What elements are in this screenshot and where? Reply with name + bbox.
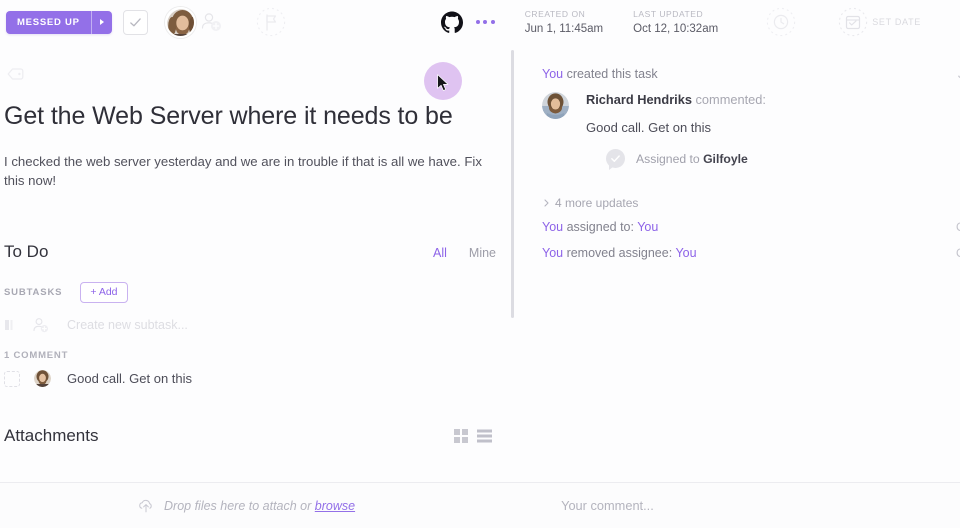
activity-created-text: created this task — [563, 67, 658, 81]
comment-checkbox[interactable] — [4, 370, 20, 387]
bottom-bar: Drop files here to attach or browse Your… — [0, 482, 960, 528]
activity-actor[interactable]: You — [542, 220, 563, 234]
list-item[interactable]: Good call. Get on this — [4, 370, 192, 387]
comment-count-label: 1 COMMENT — [4, 350, 69, 361]
activity-row: You assigned to: You — [542, 220, 658, 234]
add-subtask-button[interactable]: + Add — [80, 282, 128, 303]
time-estimate-button[interactable] — [766, 7, 796, 37]
calendar-check-icon — [839, 7, 868, 37]
attachments-section-header: Attachments — [4, 426, 492, 446]
dropzone-label: Drop files here to attach or — [164, 498, 315, 513]
check-bubble-icon — [606, 149, 625, 170]
activity-actor[interactable]: You — [542, 67, 563, 81]
activity-time: O — [956, 220, 960, 234]
top-toolbar: MESSED UP CREATED ON Jun 1, 11:45am LAST… — [0, 0, 960, 44]
more-updates-label: 4 more updates — [555, 196, 639, 210]
set-date-button[interactable]: SET DATE — [838, 7, 921, 37]
created-on-block: CREATED ON Jun 1, 11:45am — [525, 9, 603, 35]
activity-text: removed assignee: — [563, 246, 676, 260]
activity-created-row: You created this task — [542, 67, 658, 81]
list-icon — [5, 320, 13, 330]
user-avatar — [166, 8, 194, 36]
activity-comment-author[interactable]: Richard Hendriks — [586, 92, 692, 107]
page-title[interactable]: Get the Web Server where it needs to be — [4, 102, 453, 131]
add-person-icon — [201, 13, 221, 31]
attachment-view-toggle — [454, 429, 492, 443]
upload-cloud-icon — [139, 499, 152, 512]
todo-section-header: To Do All Mine — [4, 242, 496, 262]
list-view-icon[interactable] — [477, 429, 492, 443]
assign-person-icon[interactable] — [31, 316, 51, 334]
more-options-button[interactable] — [475, 20, 495, 24]
todo-heading: To Do — [4, 242, 49, 261]
chevron-right-icon — [544, 199, 549, 207]
activity-row: You removed assignee: You — [542, 246, 697, 260]
avatar[interactable] — [164, 6, 196, 38]
activity-comment-author-line: Richard Hendriks commented: — [586, 92, 766, 107]
richard-avatar — [542, 92, 569, 119]
caret-right-icon — [99, 19, 104, 25]
tag-button[interactable] — [6, 66, 25, 87]
activity-comment-row: Richard Hendriks commented: Good call. G… — [542, 92, 766, 170]
todo-filters: All Mine — [433, 246, 496, 260]
file-dropzone[interactable]: Drop files here to attach or browse — [137, 497, 355, 515]
complete-task-button[interactable] — [122, 9, 148, 35]
activity-comment-body: Richard Hendriks commented: Good call. G… — [586, 92, 766, 170]
last-updated-block: LAST UPDATED Oct 12, 10:32am — [633, 9, 718, 35]
activity-target[interactable]: You — [637, 220, 658, 234]
activity-assigned-text: Assigned to Gilfoyle — [636, 152, 748, 166]
github-integration-button[interactable] — [440, 11, 463, 33]
github-icon — [440, 11, 463, 33]
assignee-name[interactable]: Gilfoyle — [703, 152, 748, 166]
activity-target[interactable]: You — [675, 246, 696, 260]
ellipsis-icon — [475, 20, 480, 24]
browse-link[interactable]: browse — [315, 499, 355, 513]
new-subtask-input[interactable]: Create new subtask... — [67, 318, 188, 332]
dropzone-text: Drop files here to attach or browse — [164, 499, 355, 513]
activity-comment-message: Good call. Get on this — [586, 120, 712, 135]
add-assignee-button[interactable] — [198, 9, 224, 35]
set-date-label: SET DATE — [872, 17, 921, 27]
scrollbar[interactable] — [511, 50, 514, 318]
assigned-prefix: Assigned to — [636, 151, 704, 166]
attachments-heading: Attachments — [4, 426, 99, 445]
created-on-value: Jun 1, 11:45am — [524, 23, 604, 35]
clock-icon — [767, 7, 796, 37]
avatar — [34, 370, 51, 387]
richard-avatar — [34, 370, 51, 387]
last-updated-value: Oct 12, 10:32am — [633, 23, 719, 35]
task-description[interactable]: I checked the web server yesterday and w… — [4, 152, 486, 190]
status-dropdown-toggle[interactable] — [92, 11, 112, 34]
activity-assigned-row: Assigned to Gilfoyle — [606, 149, 766, 170]
status-button[interactable]: MESSED UP — [6, 10, 112, 34]
activity-feed-pane: You created this task J Richard Hendriks… — [530, 44, 960, 484]
subtasks-label: SUBTASKS — [4, 287, 63, 298]
comment-text: Good call. Get on this — [67, 371, 193, 386]
status-label: MESSED UP — [17, 16, 80, 28]
task-detail-pane: Get the Web Server where it needs to be … — [0, 44, 512, 484]
tag-icon — [7, 68, 24, 80]
ellipsis-icon — [490, 20, 495, 24]
avatar[interactable] — [542, 92, 569, 119]
last-updated-label: LAST UPDATED — [633, 9, 704, 19]
activity-time: O — [956, 246, 960, 260]
activity-actor[interactable]: You — [542, 246, 563, 260]
filter-mine[interactable]: Mine — [469, 246, 496, 260]
more-updates-toggle[interactable]: 4 more updates — [544, 196, 638, 210]
mouse-pointer-icon — [437, 74, 450, 97]
created-on-label: CREATED ON — [524, 9, 586, 19]
checkmark-icon — [611, 155, 620, 162]
activity-text: assigned to: — [563, 220, 638, 234]
activity-comment-verb: commented: — [691, 92, 766, 107]
calendar-check-icon-wrap — [838, 7, 868, 37]
filter-all[interactable]: All — [433, 246, 447, 260]
new-subtask-row[interactable]: Create new subtask... — [4, 316, 188, 334]
grid-view-icon[interactable] — [454, 429, 468, 443]
checkmark-icon — [129, 17, 141, 26]
ellipsis-icon — [483, 20, 488, 24]
comment-input[interactable]: Your comment... — [561, 498, 654, 513]
priority-flag-button[interactable] — [256, 7, 286, 37]
flag-icon — [256, 7, 285, 37]
subtasks-row: SUBTASKS + Add — [4, 282, 128, 303]
